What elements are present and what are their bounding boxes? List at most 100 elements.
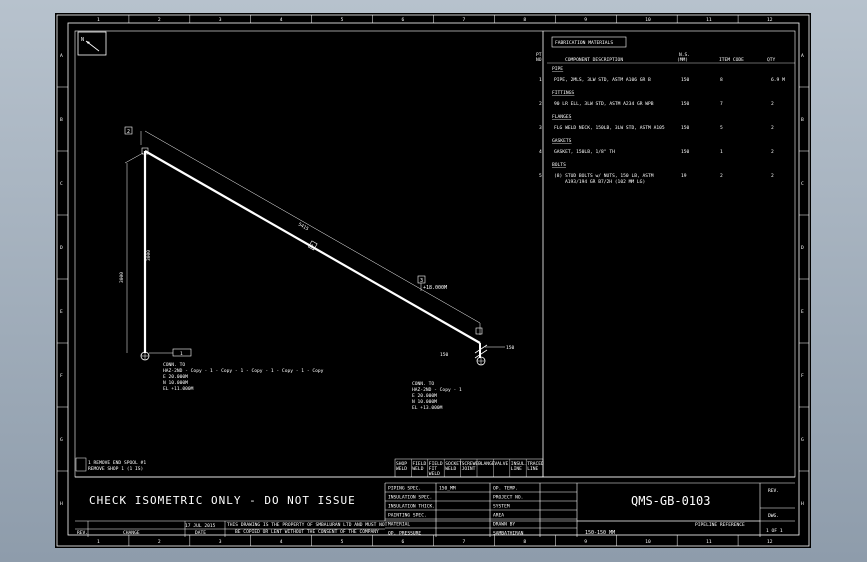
frame-row-right-G: G	[801, 437, 804, 443]
dim-right-text: 150	[440, 352, 449, 358]
symbol-label: FLANGE	[478, 461, 495, 467]
note-line2: REMOVE SHOP 1 (1 IS)	[88, 466, 143, 472]
bom-row-qty: 2	[771, 173, 774, 179]
bom-row-desc: PIPE, 2MLS, 3LW STD, ASTM A106 GR B	[554, 77, 651, 83]
bom-row-desc2: A193/194 GR B7/2H (102 MM LG)	[565, 179, 645, 185]
sheet-number: 1 OF 1	[766, 528, 783, 534]
symbol-label: WELD	[396, 466, 407, 472]
drawing-canvas[interactable]: 112233445566778899101011111212A AB BC CD DE E…	[55, 13, 811, 548]
frame-col-5: 5	[341, 17, 344, 23]
frame-col-bottom-3: 3	[219, 539, 222, 545]
bom-row-ns: 150	[681, 101, 690, 107]
bom-section-fittings: FITTINGS	[552, 90, 574, 96]
frame-row-D: D	[60, 245, 63, 251]
bom-row-ns: 150	[681, 125, 690, 131]
bom-row-desc: GASKET, 150LB, 1/8" TH	[554, 149, 615, 155]
frame-col-bottom-6: 6	[402, 539, 405, 545]
frame-row-right-H: H	[801, 501, 804, 507]
drawing-number[interactable]: QMS-GB-0103	[631, 494, 710, 508]
conn-b-line1: CONN. TO	[412, 381, 434, 387]
label-3: 3	[420, 278, 423, 284]
conn-a-line5: EL +11.000M	[163, 386, 194, 392]
symbol-label: WELD	[445, 466, 456, 472]
symbol-legend: SHOPWELDFIELDWELDFIELDFITWELDSOCKETWELDS…	[394, 458, 544, 478]
disclaimer-line1: THIS DRAWING IS THE PROPERTY OF SMBALURA…	[227, 522, 388, 528]
bom-row-qty: 2	[771, 101, 774, 107]
symbol-label: WELD	[412, 466, 423, 472]
conn-a-line3: E 20.000M	[163, 374, 188, 380]
frame-row-right-B: B	[801, 117, 804, 123]
conn-a-line4: N 10.000M	[163, 380, 188, 386]
conn-a-line1: CONN. TO	[163, 362, 185, 368]
elbow-right[interactable]	[475, 327, 483, 335]
inner-border	[67, 22, 800, 536]
dim-vertical-text: 3000	[119, 272, 125, 283]
field-label: AREA	[493, 513, 504, 519]
frame-row-H: H	[60, 501, 63, 507]
title-block[interactable]: CHECK ISOMETRIC ONLY - DO NOT ISSUE PIPI…	[75, 482, 795, 537]
frame-row-right-E: E	[801, 309, 804, 315]
field-label: PAINTING SPEC.	[388, 513, 427, 519]
bom-head-item: ITEM CODE	[719, 57, 744, 63]
frame-col-1: 1	[97, 17, 100, 23]
frame-row-E: E	[60, 309, 63, 315]
bom-section-bolts: BOLTS	[552, 162, 566, 168]
bom-row-code: 1	[720, 149, 723, 155]
frame-row-F: F	[60, 373, 63, 379]
pipeline-ref-label: PIPELINE REFERENCE	[695, 522, 745, 528]
drawing-sheet[interactable]: 1 1 2 2 3 3 4 4 5 5 6 6 7 7 8 8 9 9 10 10 11 11 12 12 A A B B C C D D E E…	[55, 13, 811, 548]
bom-head-qty: QTY	[767, 57, 776, 63]
frame-col-12: 12	[767, 17, 773, 23]
bom-section-gaskets: GASKETS	[552, 138, 572, 144]
symbol-label: JOINT	[462, 466, 476, 472]
bom-row-no: 4	[539, 149, 542, 155]
bom-row-no: 2	[539, 101, 542, 107]
conn-b-line3: E 20.000M	[412, 393, 437, 399]
dim-line-diagonal	[144, 130, 481, 324]
field-label: PIPING SPEC.	[388, 486, 421, 492]
dwg-label: DWG.	[768, 513, 779, 519]
frame-row-G: G	[60, 437, 63, 443]
dim-diagonal-text: 5415	[297, 222, 310, 233]
bom-row-code: 2	[720, 173, 723, 179]
isometric-view[interactable]: 5415 3000 3000 2 1 3 +18.000M 150 150 1	[119, 126, 515, 411]
label-2: 2	[127, 129, 130, 135]
bom-table[interactable]: FABRICATION MATERIALS PT NO COMPONENT DE…	[536, 36, 795, 185]
change-col-label: CHANGE	[123, 530, 140, 536]
bom-head-no: NO	[536, 57, 542, 63]
bom-row-no: 1	[539, 77, 542, 83]
frame-row-A: A	[60, 53, 63, 59]
frame-row-right-F: F	[801, 373, 804, 379]
frame-col-bottom-8: 8	[523, 539, 526, 545]
notes-left: 1 REMOVE END SPOOL #1 REMOVE SHOP 1 (1 I…	[75, 457, 146, 472]
frame-col-bottom-5: 5	[341, 539, 344, 545]
note-line1: 1 REMOVE END SPOOL #1	[88, 460, 146, 466]
symbol-label: LINE	[511, 466, 522, 472]
frame-col-7: 7	[462, 17, 465, 23]
bom-row-no: 3	[539, 125, 542, 131]
date-col-label: DATE	[195, 530, 206, 536]
bom-row-qty: 6.9 M	[771, 77, 785, 83]
bom-title: FABRICATION MATERIALS	[555, 40, 613, 46]
frame-col-bottom-7: 7	[462, 539, 465, 545]
bom-section-flanges: FLANGES	[552, 114, 572, 120]
frame-row-C: C	[60, 181, 63, 187]
conn-a-tag-text: 1	[180, 351, 183, 357]
conn-b-line5: EL +13.000M	[412, 405, 443, 411]
pipeline-ref[interactable]: 150-150_MM	[585, 530, 615, 536]
frame-col-10: 10	[645, 17, 651, 23]
rev-label: REV.	[768, 488, 779, 494]
disclaimer-line2: BE COPIED OR LENT WITHOUT THE CONSENT OF…	[235, 529, 379, 535]
north-arrow[interactable]: N	[77, 31, 107, 56]
frame-col-11: 11	[706, 17, 712, 23]
field-value: 150_MM	[439, 486, 456, 492]
conn-b-line2: HAZ-2ND - Copy - 1	[412, 387, 462, 393]
dim-vertical-text-2: 3000	[146, 250, 152, 261]
bom-row-no: 5	[539, 173, 542, 179]
label-1: 1	[311, 244, 314, 250]
symbol-label: LINE	[527, 466, 538, 472]
frame-col-2: 2	[158, 17, 161, 23]
field-value: SAMBATHIRAN	[493, 531, 524, 537]
symbol-label: WELD	[429, 471, 440, 477]
bom-row-code: 8	[720, 77, 723, 83]
